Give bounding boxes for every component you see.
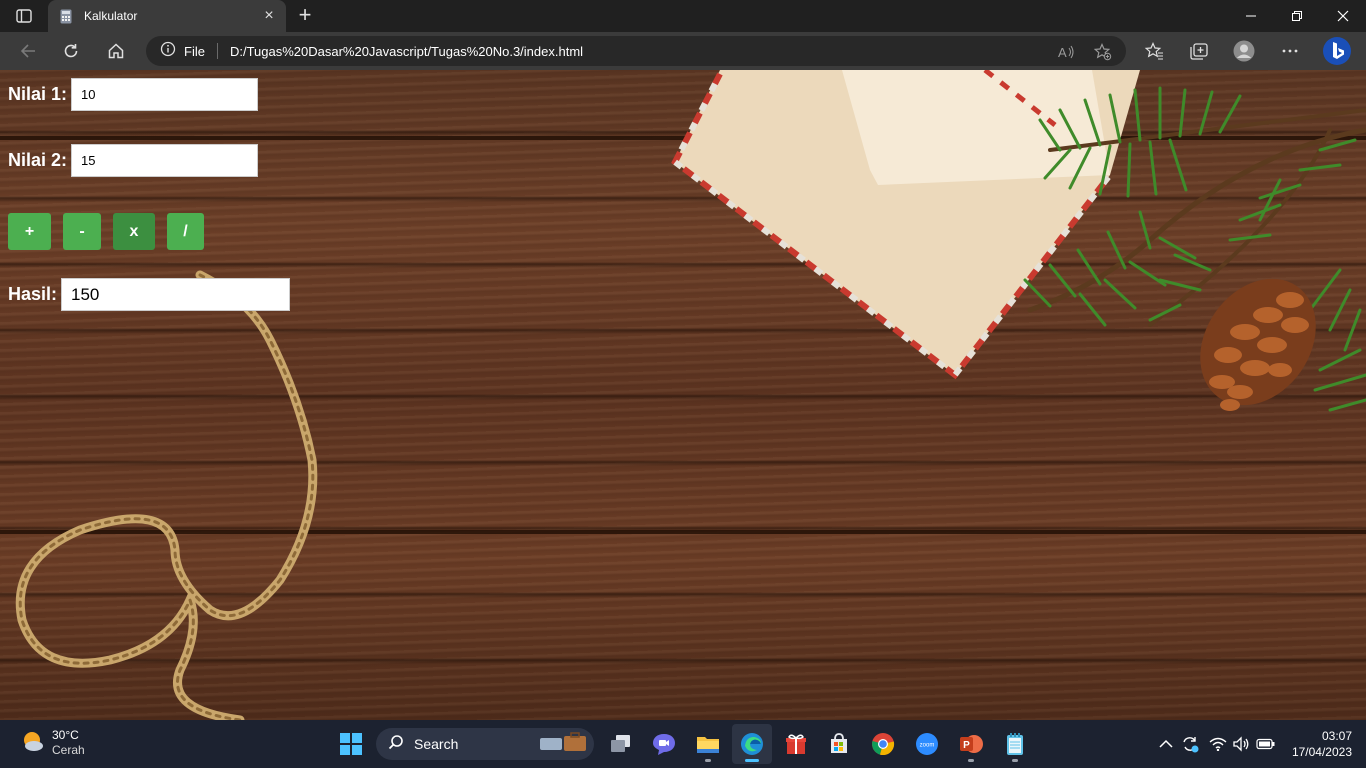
profile-avatar[interactable] — [1229, 36, 1259, 66]
calculator-icon — [60, 8, 74, 24]
notepad-icon[interactable] — [995, 724, 1035, 764]
svg-text:P: P — [963, 740, 970, 751]
collections-icon[interactable] — [1184, 36, 1214, 66]
microsoft-store-icon[interactable] — [819, 724, 859, 764]
favorites-icon[interactable] — [1139, 36, 1169, 66]
clock-date: 17/04/2023 — [1291, 745, 1352, 759]
weather-condition: Cerah — [52, 743, 85, 757]
volume-icon[interactable] — [1231, 734, 1251, 754]
address-bar[interactable]: File D:/Tugas%20Dasar%20Javascript/Tugas… — [146, 36, 1126, 66]
taskbar-search[interactable]: Search — [376, 728, 594, 760]
taskbar-clock[interactable]: 03:07 17/04/2023 — [1292, 728, 1352, 760]
refresh-icon[interactable] — [56, 36, 86, 66]
battery-icon[interactable] — [1256, 734, 1276, 754]
address-scheme: File — [184, 43, 205, 59]
sync-icon[interactable] — [1180, 734, 1200, 754]
restore-icon[interactable] — [1274, 0, 1320, 32]
weather-temperature: 30°C — [52, 728, 79, 742]
zoom-icon[interactable]: zoom — [907, 724, 947, 764]
bing-copilot-icon[interactable] — [1320, 34, 1354, 68]
settings-more-icon[interactable] — [1275, 36, 1305, 66]
show-hidden-icons-icon[interactable] — [1156, 734, 1176, 754]
home-icon[interactable] — [101, 36, 131, 66]
browser-toolbar: File D:/Tugas%20Dasar%20Javascript/Tugas… — [0, 32, 1366, 70]
hasil-output[interactable] — [61, 278, 290, 311]
wood-plank-seam — [0, 136, 1366, 140]
nilai1-label: Nilai 1: — [8, 84, 68, 104]
nilai1-input[interactable] — [71, 78, 258, 111]
file-explorer-icon[interactable] — [688, 724, 728, 764]
svg-text:zoom: zoom — [920, 743, 935, 749]
tab-title: Kalkulator — [84, 9, 138, 23]
nilai2-input[interactable] — [71, 144, 258, 177]
gift-icon[interactable] — [776, 724, 816, 764]
new-tab-icon[interactable]: + — [292, 4, 318, 28]
running-indicator — [968, 759, 974, 762]
wifi-icon[interactable] — [1208, 734, 1228, 754]
page-viewport: Nilai 1: Nilai 2: + - x / Hasil: — [0, 70, 1366, 720]
clock-time: 03:07 — [1321, 729, 1352, 743]
minimize-icon[interactable] — [1228, 0, 1274, 32]
add-favorite-icon[interactable] — [1094, 43, 1112, 61]
back-icon[interactable] — [13, 36, 43, 66]
edge-icon[interactable] — [732, 724, 772, 764]
start-icon[interactable] — [331, 724, 371, 764]
teams-chat-icon[interactable] — [644, 724, 684, 764]
read-aloud-icon[interactable]: A — [1058, 43, 1076, 61]
weather-sun-cloud-icon — [20, 730, 44, 757]
divide-button[interactable]: / — [167, 213, 204, 250]
weather-widget[interactable]: 30°C Cerah — [20, 728, 85, 758]
tab-actions-icon[interactable] — [10, 6, 38, 26]
search-icon — [388, 734, 404, 755]
info-icon[interactable] — [160, 41, 176, 62]
wood-plank-seam — [0, 530, 1366, 534]
taskbar: 30°C Cerah Search zoom P 03:07 17/04/202… — [0, 720, 1366, 768]
chrome-icon[interactable] — [863, 724, 903, 764]
hasil-label: Hasil: — [8, 284, 58, 304]
subtract-button[interactable]: - — [63, 213, 101, 250]
powerpoint-icon[interactable]: P — [951, 724, 991, 764]
pine-cone-illustration — [1200, 278, 1316, 411]
close-window-icon[interactable] — [1320, 0, 1366, 32]
active-indicator — [745, 759, 759, 762]
envelope-illustration — [671, 70, 1140, 380]
running-indicator — [1012, 759, 1018, 762]
twine-rope-illustration — [15, 270, 318, 720]
suitcase-widget-icon — [538, 730, 588, 759]
tab-close-icon[interactable]: × — [260, 7, 278, 25]
browser-tab[interactable]: Kalkulator × — [48, 0, 286, 32]
tab-strip: Kalkulator × + — [0, 0, 1366, 32]
multiply-button[interactable]: x — [113, 213, 155, 250]
address-url[interactable]: D:/Tugas%20Dasar%20Javascript/Tugas%20No… — [230, 44, 583, 59]
svg-text:A: A — [1058, 45, 1067, 60]
add-button[interactable]: + — [8, 213, 51, 250]
nilai2-label: Nilai 2: — [8, 150, 68, 170]
running-indicator — [705, 759, 711, 762]
address-divider — [216, 43, 218, 59]
search-label: Search — [414, 736, 459, 752]
task-view-icon[interactable] — [601, 724, 641, 764]
